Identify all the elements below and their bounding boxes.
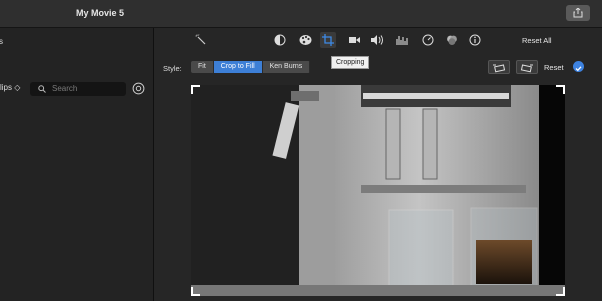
cropping-tooltip: Cropping	[331, 56, 370, 69]
style-label: Style:	[163, 64, 182, 73]
apply-button[interactable]	[573, 61, 584, 72]
window-title: My Movie 5	[76, 8, 125, 18]
crop-icon[interactable]	[320, 32, 336, 48]
volume-icon[interactable]	[369, 32, 385, 48]
video-frame-image	[191, 85, 565, 296]
magic-wand-icon[interactable]	[193, 32, 209, 48]
share-button[interactable]	[566, 5, 590, 21]
viewer-pane: Reset All Style: Fit Crop to Fill Ken Bu…	[154, 28, 602, 301]
info-icon[interactable]	[467, 32, 483, 48]
clips-filter-select[interactable]: lips ◇	[0, 83, 20, 92]
color-balance-icon[interactable]	[272, 32, 288, 48]
style-option-ken-burns[interactable]: Ken Burns	[262, 61, 311, 73]
reset-all-button[interactable]: Reset All	[522, 36, 552, 45]
equalizer-icon[interactable]	[394, 32, 410, 48]
rotate-right-icon	[520, 64, 533, 73]
rotate-left-icon	[493, 64, 506, 73]
libraries-label: s	[0, 37, 3, 46]
gear-icon[interactable]	[132, 82, 145, 95]
search-icon	[38, 85, 46, 93]
video-viewer[interactable]	[191, 85, 565, 296]
rotate-left-button[interactable]	[488, 60, 510, 74]
share-icon	[573, 8, 583, 18]
style-option-fit[interactable]: Fit	[191, 61, 214, 73]
crop-handle-bottom-right[interactable]	[556, 287, 565, 296]
search-input[interactable]	[52, 83, 122, 94]
crop-style-selector: Fit Crop to Fill Ken Burns	[191, 61, 311, 73]
title-bar: My Movie 5	[0, 0, 602, 28]
rotate-right-button[interactable]	[516, 60, 538, 74]
style-option-crop-to-fill[interactable]: Crop to Fill	[213, 61, 263, 73]
library-pane: s lips ◇	[0, 28, 154, 301]
crop-handle-top-left[interactable]	[191, 85, 200, 94]
speed-icon[interactable]	[420, 32, 436, 48]
palette-icon[interactable]	[297, 32, 313, 48]
reset-button[interactable]: Reset	[544, 63, 564, 72]
checkmark-icon	[575, 66, 582, 72]
crop-handle-bottom-left[interactable]	[191, 287, 200, 296]
crop-handle-top-right[interactable]	[556, 85, 565, 94]
search-field[interactable]	[30, 82, 126, 96]
camera-icon[interactable]	[347, 32, 363, 48]
filter-icon[interactable]	[444, 32, 460, 48]
